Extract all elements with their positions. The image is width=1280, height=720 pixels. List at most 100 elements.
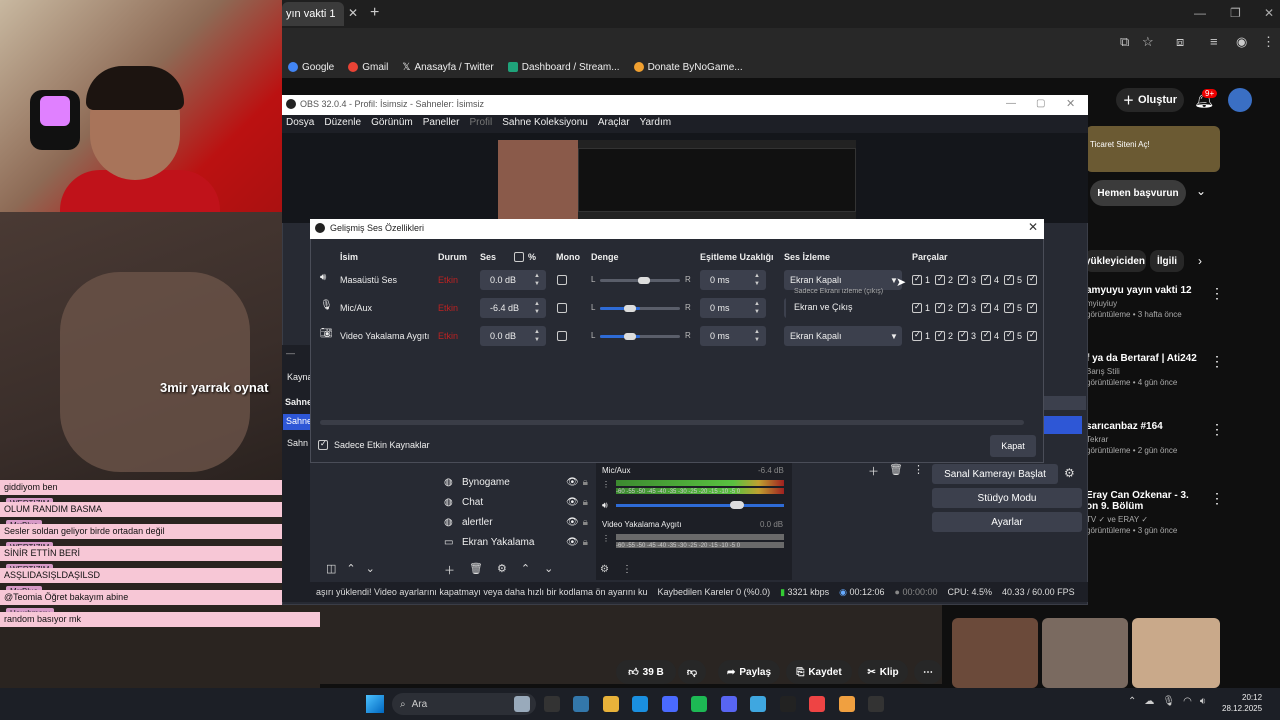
edge-icon[interactable]	[632, 696, 648, 712]
menu-item-edit[interactable]: Düzenle	[324, 117, 361, 131]
close-button[interactable]: Kapat	[990, 435, 1036, 457]
source-settings-icon[interactable]: ⚙	[497, 562, 507, 578]
minimize-icon[interactable]: —	[1194, 6, 1206, 20]
bookmark-star-icon[interactable]: ☆	[1142, 34, 1154, 50]
spin-arrows-icon[interactable]: ▲ ▼	[534, 328, 540, 344]
clock[interactable]: 20:12 28.12.2025	[1222, 692, 1262, 714]
more-menu-icon[interactable]: ⋮	[1262, 34, 1275, 50]
mic-icon[interactable]: 🎙︎	[1162, 696, 1175, 707]
track-checkbox[interactable]	[981, 302, 991, 313]
volume-slider-thumb[interactable]	[730, 501, 744, 509]
track-checkbox[interactable]	[1027, 330, 1037, 341]
scene-item[interactable]: Sahn	[287, 438, 308, 448]
video-thumbnail[interactable]	[952, 618, 1038, 688]
track-checkbox[interactable]	[935, 330, 945, 341]
filter-chip[interactable]: yükleyiciden	[1084, 250, 1146, 272]
track-checkbox[interactable]	[981, 330, 991, 341]
close-window-icon[interactable]: ✕	[1066, 97, 1075, 110]
track-checkbox[interactable]	[1004, 274, 1014, 285]
dropdown-arrow-icon[interactable]: ▼	[890, 332, 898, 341]
start-virtual-camera-button[interactable]: Sanal Kamerayı Başlat	[932, 464, 1058, 484]
cloud-icon[interactable]: ☁	[1144, 696, 1154, 707]
photos-icon[interactable]	[573, 696, 589, 712]
track-checkbox[interactable]	[958, 274, 968, 285]
track-checkbox[interactable]	[981, 274, 991, 285]
widget-icon[interactable]	[514, 696, 530, 712]
move-down-icon[interactable]: ⌄	[544, 562, 553, 578]
app-icon[interactable]	[838, 696, 855, 712]
eye-icon[interactable]: 👁︎	[566, 517, 579, 528]
windows-start-icon[interactable]	[366, 695, 384, 713]
balance-slider-thumb[interactable]	[624, 305, 636, 312]
epic-icon[interactable]	[779, 696, 796, 712]
folder-icon[interactable]	[602, 696, 619, 712]
more-vert-icon[interactable]: ⋮	[622, 564, 632, 575]
menu-item-file[interactable]: Dosya	[286, 117, 314, 131]
menu-item-view[interactable]: Görünüm	[371, 117, 413, 131]
close-icon[interactable]: ✕	[1028, 220, 1038, 234]
profile-icon[interactable]: ◉	[1236, 34, 1247, 50]
track-checkbox[interactable]	[912, 274, 922, 285]
studio-mode-button[interactable]: Stüdyo Modu	[932, 488, 1082, 508]
menu-item-scene-collection[interactable]: Sahne Koleksiyonu	[502, 117, 588, 131]
dislike-button[interactable]: 👎︎	[678, 660, 706, 684]
more-vert-icon[interactable]: ⋮	[1210, 421, 1224, 438]
spin-arrows-icon[interactable]: ▲ ▼	[534, 300, 540, 316]
chevron-down-icon[interactable]: ⌄	[1196, 184, 1206, 198]
trash-icon[interactable]: 🗑︎	[889, 463, 903, 479]
balance-slider-thumb[interactable]	[624, 333, 636, 340]
move-up-icon[interactable]: ⌃	[346, 562, 355, 575]
like-button[interactable]: 👍︎ 39 B	[616, 660, 676, 684]
close-window-icon[interactable]: ✕	[1264, 6, 1274, 20]
dock-minimize-icon[interactable]: —	[286, 348, 295, 358]
source-item[interactable]: ◍ Chat 👁︎ 🔒︎	[444, 493, 588, 511]
dropdown-option-partial[interactable]: Sadece Ekranı izleme (çıkış)	[786, 288, 902, 296]
move-up-icon[interactable]: ⌃	[521, 562, 530, 578]
mono-checkbox[interactable]	[557, 331, 567, 341]
recommendation-item[interactable]: sarıcanbaz #164 Tekrar görüntüleme • 2 g…	[1086, 421, 1216, 455]
more-vert-icon[interactable]: ⋮	[913, 463, 924, 479]
more-vert-icon[interactable]: ⋮	[602, 534, 610, 543]
active-only-checkbox[interactable]	[318, 439, 328, 450]
track-checkbox[interactable]	[958, 330, 968, 341]
more-actions-button[interactable]: ⋯	[914, 660, 942, 684]
obs-preview-canvas[interactable]	[498, 140, 856, 220]
ad-card[interactable]: Ticaret Siteni Aç!	[1086, 126, 1220, 172]
recommendation-item[interactable]: f ya da Bertaraf | Ati242 Barış Stili gö…	[1086, 353, 1216, 387]
recommendation-item[interactable]: amyuyu yayın vakti 12 myiuyiuy görüntüle…	[1086, 285, 1216, 319]
volume-icon[interactable]: 🔉︎	[1200, 696, 1206, 707]
eye-icon[interactable]: 👁︎	[566, 497, 579, 508]
lock-icon[interactable]: 🔒︎	[583, 477, 588, 488]
bookmark-google[interactable]: Google	[288, 62, 334, 73]
lock-icon[interactable]: 🔒︎	[583, 537, 588, 548]
create-button[interactable]: ＋ Oluştur	[1116, 88, 1184, 112]
user-avatar[interactable]	[1228, 88, 1252, 112]
source-item[interactable]: ◍ Bynogame 👁︎ 🔒︎	[444, 473, 588, 491]
menu-item-docks[interactable]: Paneller	[423, 117, 460, 131]
chrome-icon[interactable]	[809, 696, 825, 712]
move-down-icon[interactable]: ⌄	[366, 562, 375, 575]
file-explorer-icon[interactable]	[543, 696, 560, 712]
speaker-icon[interactable]: 🔊︎	[602, 500, 608, 511]
spin-arrows-icon[interactable]: ▲ ▼	[754, 328, 760, 344]
bookmark-donate[interactable]: Donate ByNoGame...	[633, 62, 743, 73]
spin-arrows-icon[interactable]: ▲ ▼	[754, 272, 760, 288]
track-checkbox[interactable]	[935, 302, 945, 313]
horizontal-scrollbar[interactable]	[320, 420, 1024, 425]
lock-icon[interactable]: 🔒︎	[583, 517, 588, 528]
scene-item-selected[interactable]: Sahne	[283, 414, 312, 430]
bookmark-twitter[interactable]: 𝕏 Anasayfa / Twitter	[402, 62, 493, 73]
mono-checkbox[interactable]	[557, 275, 567, 285]
more-vert-icon[interactable]: ⋮	[1210, 285, 1224, 302]
filter-chip[interactable]: İlgili	[1150, 250, 1184, 272]
maximize-icon[interactable]: ❐	[1230, 6, 1241, 20]
transition-selected[interactable]	[1040, 416, 1082, 434]
maximize-icon[interactable]: ▢	[1036, 98, 1045, 109]
monitoring-select[interactable]: Ekran Kapalı	[784, 326, 902, 346]
menu-item-help[interactable]: Yardım	[640, 117, 672, 131]
source-item[interactable]: ◍ alertler 👁︎ 🔒︎	[444, 513, 588, 531]
track-checkbox[interactable]	[1004, 330, 1014, 341]
track-checkbox[interactable]	[912, 330, 922, 341]
filter-icon[interactable]: ◫	[326, 562, 336, 575]
percent-checkbox[interactable]	[514, 252, 524, 262]
